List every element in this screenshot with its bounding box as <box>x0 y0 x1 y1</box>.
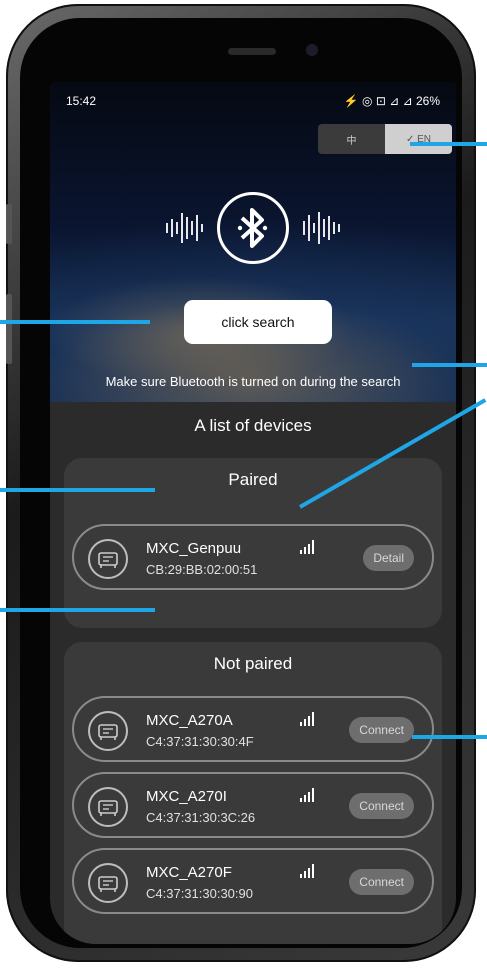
language-option-chinese[interactable]: 中 <box>318 124 385 154</box>
callout-line <box>0 488 155 492</box>
callout-line <box>412 363 487 367</box>
status-icons: ⚡ ◎ ⊡ ⊿ ⊿ 26% <box>343 94 440 108</box>
generator-icon <box>88 539 128 579</box>
hero-banner: 15:42 ⚡ ◎ ⊡ ⊿ ⊿ 26% 中 ✓ EN click search … <box>50 82 456 402</box>
callout-line <box>0 320 150 324</box>
device-mac: CB:29:BB:02:00:51 <box>146 562 258 577</box>
device-card[interactable]: MXC_A270F C4:37:31:30:30:90 Connect <box>72 848 434 914</box>
device-name: MXC_A270I <box>146 788 227 805</box>
signal-strength-icon <box>300 540 314 554</box>
side-button <box>6 294 12 364</box>
callout-line <box>412 735 487 739</box>
paired-title: Paired <box>228 470 278 489</box>
sound-wave-icon <box>166 206 203 250</box>
phone-frame: 15:42 ⚡ ◎ ⊡ ⊿ ⊿ 26% 中 ✓ EN click search … <box>6 4 476 962</box>
device-name: MXC_A270F <box>146 864 232 881</box>
generator-icon <box>88 863 128 903</box>
device-card[interactable]: MXC_Genpuu CB:29:BB:02:00:51 Detail <box>72 524 434 590</box>
callout-line <box>410 142 487 146</box>
connect-button[interactable]: Connect <box>349 793 414 819</box>
language-option-english[interactable]: ✓ EN <box>385 124 452 154</box>
device-mac: C4:37:31:30:30:90 <box>146 886 253 901</box>
device-list-title: A list of devices <box>194 416 312 435</box>
status-bar: 15:42 ⚡ ◎ ⊡ ⊿ ⊿ 26% <box>66 94 440 108</box>
generator-icon <box>88 711 128 751</box>
not-paired-title: Not paired <box>213 654 293 673</box>
device-card[interactable]: MXC_A270I C4:37:31:30:3C:26 Connect <box>72 772 434 838</box>
signal-strength-icon <box>300 864 314 878</box>
paired-group: Paired MXC_Genpuu CB:29:BB:02:00:51 Deta… <box>64 458 442 628</box>
bluetooth-graphic <box>50 192 456 264</box>
signal-strength-icon <box>300 788 314 802</box>
click-search-button[interactable]: click search <box>184 300 332 344</box>
status-time: 15:42 <box>66 94 97 108</box>
generator-icon <box>88 787 128 827</box>
earpiece-speaker <box>228 48 276 55</box>
device-card[interactable]: MXC_A270A C4:37:31:30:30:4F Connect <box>72 696 434 762</box>
device-mac: C4:37:31:30:3C:26 <box>146 810 256 825</box>
connect-button[interactable]: Connect <box>349 869 414 895</box>
bluetooth-icon <box>217 192 289 264</box>
not-paired-group: Not paired MXC_A270A C4:37:31:30:30:4F C… <box>64 642 442 944</box>
signal-strength-icon <box>300 712 314 726</box>
front-camera <box>306 44 318 56</box>
app-screen: 15:42 ⚡ ◎ ⊡ ⊿ ⊿ 26% 中 ✓ EN click search … <box>50 82 456 944</box>
device-mac: C4:37:31:30:30:4F <box>146 734 254 749</box>
connect-button[interactable]: Connect <box>349 717 414 743</box>
detail-button[interactable]: Detail <box>363 545 414 571</box>
callout-line <box>0 608 155 612</box>
language-toggle[interactable]: 中 ✓ EN <box>318 124 452 154</box>
device-name: MXC_A270A <box>146 712 233 729</box>
device-name: MXC_Genpuu <box>146 540 242 557</box>
bluetooth-hint-text: Make sure Bluetooth is turned on during … <box>105 374 401 389</box>
side-button <box>6 204 12 244</box>
sound-wave-icon <box>303 206 340 250</box>
